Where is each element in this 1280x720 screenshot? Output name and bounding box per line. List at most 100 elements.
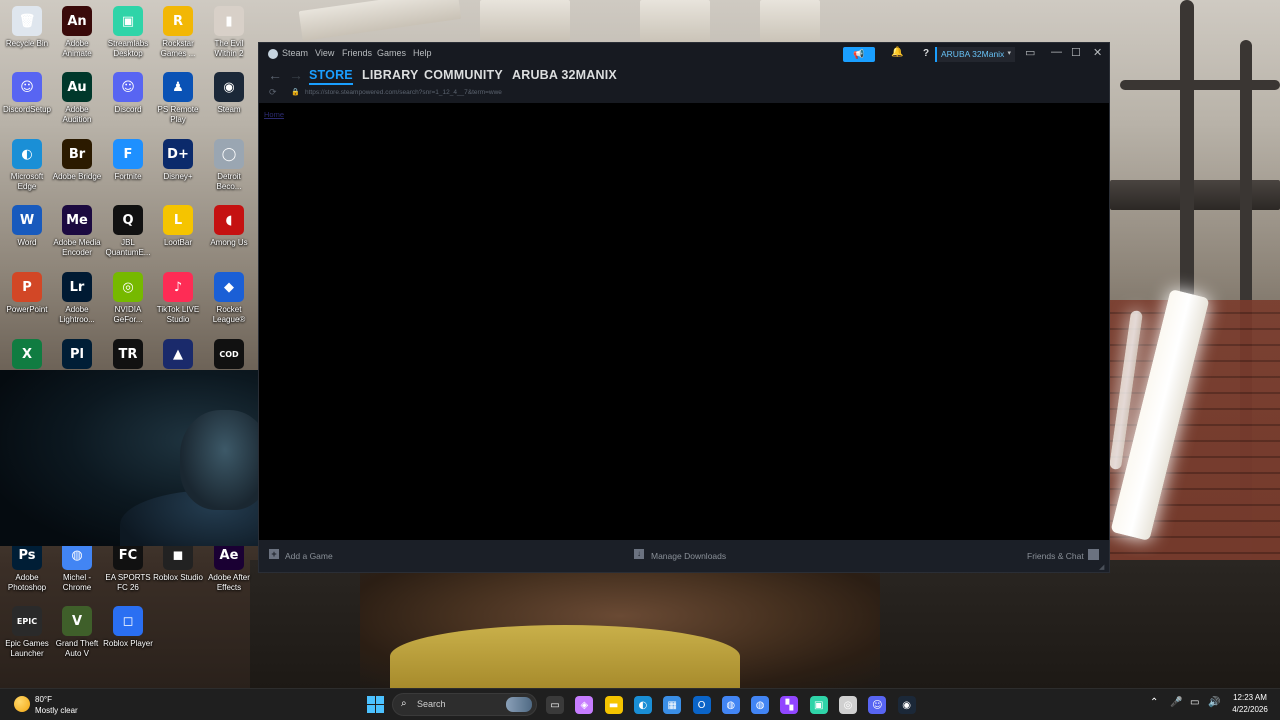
announcements-button[interactable]: 📢	[843, 47, 875, 62]
clock-time[interactable]: 12:23 AM	[1228, 693, 1272, 702]
steam-logo-icon[interactable]	[268, 49, 278, 59]
search-icon: ⌕	[401, 698, 407, 709]
desktop-icon[interactable]: EPIC Epic Games Launcher	[2, 606, 52, 658]
desktop-icon[interactable]: ◖ Among Us	[204, 205, 254, 248]
desktop-icon[interactable]: R Rockstar Games ...	[153, 6, 203, 58]
close-button[interactable]: ✕	[1093, 46, 1102, 59]
friends-chat-button[interactable]: Friends & Chat	[1027, 551, 1084, 561]
desktop-icon[interactable]: ☺ DiscordSetup	[2, 72, 52, 115]
desktop-icon[interactable]: FC EA SPORTS FC 26	[103, 540, 153, 592]
desktop-icon[interactable]: Au Adobe Audition	[52, 72, 102, 124]
desktop-icon[interactable]: ▲	[153, 339, 203, 372]
help-menu[interactable]: Help	[413, 48, 432, 58]
add-game-button[interactable]: Add a Game	[285, 551, 333, 561]
taskbar-task-view-icon[interactable]: ▭	[546, 696, 564, 714]
taskbar-obs-icon[interactable]: ◎	[839, 696, 857, 714]
desktop-icon[interactable]: ◼ Roblox Studio	[153, 540, 203, 583]
desktop-icon[interactable]: ♟ PS Remote Play	[153, 72, 203, 124]
desktop-icon[interactable]: Ps Adobe Photoshop	[2, 540, 52, 592]
help-question-icon[interactable]: ?	[923, 48, 929, 59]
network-icon[interactable]: ▭	[1190, 697, 1199, 708]
weather-widget[interactable]: 80°F Mostly clear	[12, 692, 102, 718]
microphone-icon[interactable]: 🎤	[1170, 697, 1182, 708]
taskbar-twitch-icon[interactable]: ▚	[780, 696, 799, 714]
desktop-icon[interactable]: Ae Adobe After Effects	[204, 540, 254, 592]
app-icon: Au	[62, 72, 92, 102]
taskbar-chrome-icon[interactable]: ◍	[721, 696, 740, 714]
desktop-icon[interactable]: L LootBar	[153, 205, 203, 248]
desktop-icon[interactable]: V Grand Theft Auto V	[52, 606, 102, 658]
view-menu[interactable]: View	[315, 48, 334, 58]
tab-community[interactable]: COMMUNITY	[424, 68, 503, 82]
notifications-bell-icon[interactable]: 🔔	[891, 47, 903, 58]
desktop-icon[interactable]: Q JBL QuantumE...	[103, 205, 153, 257]
download-icon[interactable]: ↓	[634, 549, 644, 559]
desktop-icon[interactable]: ◯ Detroit Beco...	[204, 139, 254, 191]
desktop-icon[interactable]: An Adobe Animate	[52, 6, 102, 58]
tab-library[interactable]: LIBRARY	[362, 68, 419, 82]
back-arrow-icon[interactable]: ←	[268, 67, 282, 83]
taskbar-file-explorer-icon[interactable]: ▬	[604, 696, 623, 714]
desktop-icon[interactable]: F Fortnite	[103, 139, 153, 182]
clock-date[interactable]: 4/22/2026	[1228, 705, 1272, 714]
taskbar-steam-icon[interactable]: ◉	[897, 696, 916, 714]
taskbar-search-box[interactable]: ⌕ Search	[392, 693, 537, 716]
url-bar: ⟳ 🔒 https://store.steampowered.com/searc…	[259, 85, 1109, 103]
friends-menu[interactable]: Friends	[342, 48, 372, 58]
desktop-icon[interactable]: TR	[103, 339, 153, 372]
desktop-icon[interactable]: X	[2, 339, 52, 372]
taskbar-chrome-icon[interactable]: ◍	[751, 696, 770, 714]
desktop-icon[interactable]: ▮ The Evil Within 2	[204, 6, 254, 58]
desktop-icon[interactable]: ◉ Steam	[204, 72, 254, 115]
show-hidden-icons[interactable]: ⌃	[1150, 697, 1158, 708]
desktop-icon[interactable]: ◆ Rocket League®	[204, 272, 254, 324]
desktop-icon[interactable]: ◐ Microsoft Edge	[2, 139, 52, 191]
chevron-down-icon: ▾	[1007, 50, 1011, 57]
desktop-icon-label: Discord	[114, 105, 142, 114]
desktop-icon[interactable]: D+ Disney+	[153, 139, 203, 182]
url-text[interactable]: https://store.steampowered.com/search?sn…	[305, 89, 502, 96]
desktop-icon[interactable]: ◻ Roblox Player	[103, 606, 153, 649]
desktop-icon[interactable]: ☺ Discord	[103, 72, 153, 115]
desktop-icon[interactable]: Me Adobe Media Encoder	[52, 205, 102, 257]
account-menu[interactable]: ARUBA 32Manix ▾	[935, 47, 1015, 62]
desktop-icon[interactable]: Pl	[52, 339, 102, 372]
taskbar-edge-icon[interactable]: ◐	[633, 696, 652, 714]
desktop-icon[interactable]: ♪ TikTok LIVE Studio	[153, 272, 203, 324]
forward-arrow-icon[interactable]: →	[289, 67, 303, 83]
lock-icon: 🔒	[291, 89, 300, 96]
home-link[interactable]: Home	[264, 110, 284, 119]
desktop-icon[interactable]: 🗑 Recycle Bin	[2, 6, 52, 49]
maximize-button[interactable]: ☐	[1071, 46, 1081, 59]
desktop-icon[interactable]: ◍ Michel - Chrome	[52, 540, 102, 592]
taskbar-copilot-icon[interactable]: ◈	[575, 696, 594, 714]
desktop-icon[interactable]: ◎ NVIDIA GeFor...	[103, 272, 153, 324]
desktop-icon[interactable]: W Word	[2, 205, 52, 248]
big-picture-icon[interactable]: ▭	[1025, 46, 1035, 59]
desktop-icon[interactable]: COD	[204, 339, 254, 372]
manage-downloads-button[interactable]: Manage Downloads	[651, 551, 726, 561]
desktop-icon-label: Adobe Photoshop	[7, 573, 47, 592]
desktop-icon[interactable]: Lr Adobe Lightroo...	[52, 272, 102, 324]
desktop-icon[interactable]: ▣ Streamlabs Desktop	[103, 6, 153, 58]
friends-chat-icon[interactable]	[1088, 549, 1099, 560]
taskbar-store-icon[interactable]: ▦	[663, 696, 682, 714]
taskbar-outlook-icon[interactable]: O	[692, 696, 711, 714]
start-button[interactable]	[367, 696, 384, 713]
taskbar-streamlabs-icon[interactable]: ▣	[809, 696, 828, 714]
add-game-icon[interactable]: +	[269, 549, 279, 559]
taskbar-discord-icon[interactable]: ☺	[868, 696, 887, 714]
resize-grip-icon[interactable]: ◢	[1099, 563, 1104, 571]
volume-icon[interactable]: 🔊	[1208, 697, 1220, 708]
tab-profile[interactable]: ARUBA 32MANIX	[512, 68, 617, 82]
search-placeholder: Search	[417, 699, 446, 709]
weather-moon-icon	[14, 696, 30, 712]
minimize-button[interactable]: —	[1051, 46, 1062, 58]
desktop-icon[interactable]: Br Adobe Bridge	[52, 139, 102, 182]
games-menu[interactable]: Games	[377, 48, 406, 58]
reload-icon[interactable]: ⟳	[269, 87, 277, 98]
steam-menu[interactable]: Steam	[282, 48, 308, 58]
app-icon: ◎	[113, 272, 143, 302]
desktop-icon[interactable]: P PowerPoint	[2, 272, 52, 315]
tab-store[interactable]: STORE	[309, 68, 353, 85]
